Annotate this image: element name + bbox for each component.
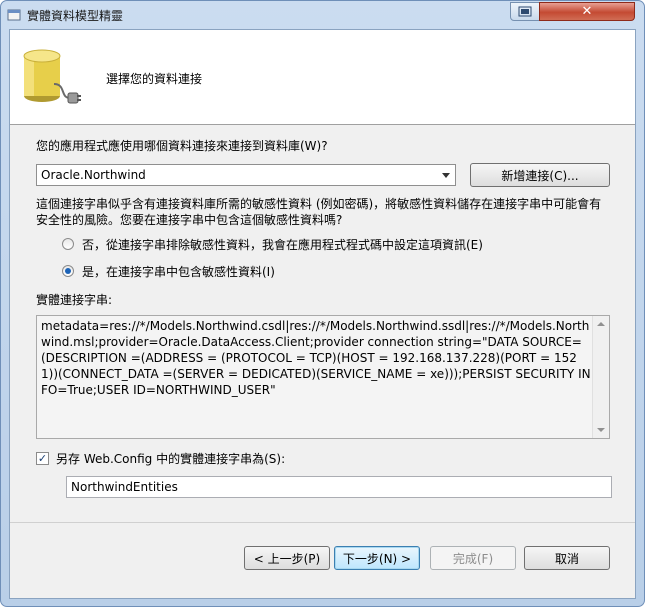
back-button[interactable]: < 上一步(P) xyxy=(244,546,330,570)
cancel-button[interactable]: 取消 xyxy=(524,546,610,570)
connection-scrollbar[interactable] xyxy=(592,316,609,438)
save-config-checkbox[interactable]: ✓ xyxy=(36,452,49,465)
connection-question-label: 您的應用程式應使用哪個資料連接來連接到資料庫(W)? xyxy=(36,139,328,153)
scroll-up-icon[interactable] xyxy=(597,322,605,326)
title-bar[interactable]: 實體資料模型精靈 ✕ xyxy=(1,1,644,29)
footer-divider xyxy=(10,522,635,523)
connection-dropdown-value: Oracle.Northwind xyxy=(41,168,146,182)
wizard-client-area: 選擇您的資料連接 您的應用程式應使用哪個資料連接來連接到資料庫(W)? Orac… xyxy=(9,29,636,599)
entity-connection-textbox[interactable]: metadata=res://*/Models.Northwind.csdl|r… xyxy=(36,315,610,439)
window-title: 實體資料模型精靈 xyxy=(27,9,124,23)
next-button[interactable]: 下一步(N) > xyxy=(334,546,420,570)
exclude-sensitive-label[interactable]: 否，從連接字串排除敏感性資料，我會在應用程式程式碼中設定這項資訊(E) xyxy=(82,236,483,253)
entity-connection-label: 實體連接字串: xyxy=(36,293,113,307)
entity-name-input[interactable]: NorthwindEntities xyxy=(66,476,612,498)
window-close-icon[interactable]: ✕ xyxy=(539,2,635,21)
database-plug-icon xyxy=(23,49,81,104)
include-sensitive-label[interactable]: 是，在連接字串中包含敏感性資料(I) xyxy=(82,263,275,280)
page-title: 選擇您的資料連接 xyxy=(106,72,203,86)
exclude-sensitive-radio[interactable] xyxy=(62,238,74,250)
include-sensitive-radio[interactable] xyxy=(62,265,74,277)
finish-button[interactable]: 完成(F) xyxy=(430,546,516,570)
entity-connection-value: metadata=res://*/Models.Northwind.csdl|r… xyxy=(41,319,591,397)
sensitive-data-warning: 這個連接字串似乎含有連接資料庫所需的敏感性資料 (例如密碼)，將敏感性資料儲存在… xyxy=(36,197,602,227)
connection-dropdown[interactable]: Oracle.Northwind xyxy=(36,164,456,186)
chevron-down-icon[interactable] xyxy=(442,173,450,178)
window-help-icon[interactable] xyxy=(510,2,540,21)
wizard-header: 選擇您的資料連接 xyxy=(10,30,635,125)
entity-name-value: NorthwindEntities xyxy=(71,480,178,494)
wizard-window: 實體資料模型精靈 ✕ 選擇您的資料連接 您的應用程式應使用哪個資料連接來連接到資… xyxy=(0,0,645,607)
save-config-label[interactable]: 另存 Web.Config 中的實體連接字串為(S): xyxy=(56,450,285,467)
new-connection-button[interactable]: 新增連接(C)... xyxy=(470,163,610,187)
wizard-app-icon xyxy=(7,9,21,21)
scroll-down-icon[interactable] xyxy=(597,428,605,432)
